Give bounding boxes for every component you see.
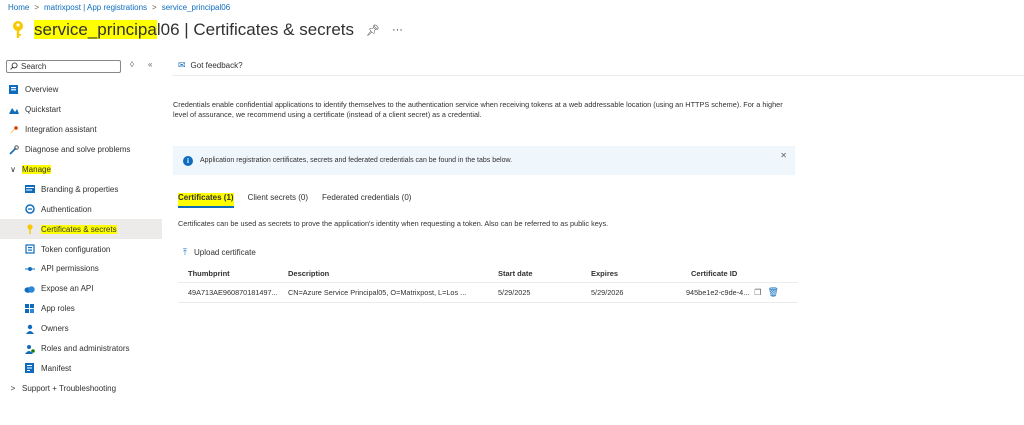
upload-icon: ⤒ (183, 247, 187, 257)
search-box[interactable] (6, 60, 121, 73)
column-header-expires: Expires (591, 269, 619, 278)
breadcrumb-separator: > (152, 3, 157, 12)
sidebar-group-manage[interactable]: ∨ Manage (0, 160, 162, 180)
sidebar-nav: Overview Quickstart Integration assistan… (0, 80, 162, 398)
key-icon (24, 224, 35, 235)
tab-list: Certificates (1) Client secrets (0) Fede… (178, 193, 411, 208)
column-header-description: Description (288, 269, 330, 278)
breadcrumb-app-registrations[interactable]: matrixpost | App registrations (44, 3, 147, 12)
column-header-start-date: Start date (498, 269, 533, 278)
owners-icon (24, 323, 35, 334)
sidebar-item-label: Expose an API (41, 284, 94, 294)
manifest-icon (24, 363, 35, 374)
sidebar: ◊ « Overview Quickstart Integration assi… (0, 56, 162, 425)
sidebar-item-app-roles[interactable]: App roles (0, 299, 162, 319)
sidebar-item-label: Overview (25, 85, 59, 95)
breadcrumb-home[interactable]: Home (8, 3, 29, 12)
key-icon (8, 20, 28, 40)
token-icon (24, 244, 35, 255)
breadcrumb-app[interactable]: service_principal06 (162, 3, 230, 12)
upload-certificate-button[interactable]: ⤒ Upload certificate (183, 247, 256, 258)
sidebar-item-label: Roles and administrators (41, 344, 130, 354)
branding-icon (24, 184, 35, 195)
sidebar-item-owners[interactable]: Owners (0, 319, 162, 339)
sidebar-item-label: Certificates & secrets (41, 224, 117, 234)
sidebar-item-diagnose[interactable]: Diagnose and solve problems (0, 140, 162, 160)
app-roles-icon (24, 303, 35, 314)
wrench-icon (8, 144, 19, 155)
sidebar-item-roles-admins[interactable]: Roles and administrators (0, 339, 162, 359)
sidebar-group-support[interactable]: > Support + Troubleshooting (0, 378, 162, 398)
sidebar-item-label: Branding & properties (41, 184, 119, 194)
tab-client-secrets[interactable]: Client secrets (0) (248, 193, 308, 208)
info-banner: i Application registration certificates,… (173, 146, 795, 175)
certificate-id-value: 945be1e2-c9de-4... (686, 288, 750, 297)
breadcrumb: Home > matrixpost | App registrations > … (8, 3, 230, 12)
feedback-icon: ✉︎ (178, 60, 186, 70)
authentication-icon (24, 204, 35, 215)
sidebar-item-label: Integration assistant (25, 125, 97, 135)
sidebar-item-label: App roles (41, 304, 75, 314)
cell-thumbprint: 49A713AE960870181497... (188, 288, 278, 297)
search-input[interactable] (21, 62, 116, 71)
sidebar-item-label: Token configuration (41, 244, 111, 254)
more-icon[interactable]: ··· (392, 24, 403, 36)
cloud-icon (24, 283, 35, 294)
command-bar: ✉︎ Got feedback? (172, 56, 1024, 76)
sidebar-item-label: Support + Troubleshooting (22, 383, 117, 393)
sidebar-item-expose-api[interactable]: Expose an API (0, 279, 162, 299)
page-title: service_principal06 | Certificates & sec… (34, 20, 354, 39)
cell-expires: 5/29/2026 (591, 288, 624, 297)
cell-certificate-id: 945be1e2-c9de-4... ❐ 🗑︎ (686, 287, 798, 298)
tab-description: Certificates can be used as secrets to p… (178, 219, 609, 228)
sidebar-item-label: Owners (41, 324, 69, 334)
rocket-icon (8, 124, 19, 135)
page-header: service_principal06 | Certificates & sec… (8, 16, 403, 44)
sidebar-item-integration-assistant[interactable]: Integration assistant (0, 120, 162, 140)
sidebar-item-label: Manifest (41, 363, 72, 373)
sidebar-item-authentication[interactable]: Authentication (0, 199, 162, 219)
sidebar-item-label: API permissions (41, 264, 99, 274)
breadcrumb-separator: > (34, 3, 40, 12)
api-permissions-icon (24, 263, 35, 274)
sidebar-item-manifest[interactable]: Manifest (0, 358, 162, 378)
sidebar-item-overview[interactable]: Overview (0, 80, 162, 100)
tab-certificates[interactable]: Certificates (1) (178, 193, 234, 208)
sidebar-item-branding[interactable]: Branding & properties (0, 179, 162, 199)
copy-icon[interactable]: ❐ (754, 288, 761, 297)
chevron-right-icon: > (10, 383, 16, 393)
delete-icon[interactable]: 🗑︎ (767, 287, 778, 298)
sidebar-item-label: Authentication (41, 204, 92, 214)
table-row: 49A713AE960870181497... CN=Azure Service… (178, 283, 798, 303)
close-icon[interactable]: ✕ (780, 151, 787, 160)
feedback-button[interactable]: Got feedback? (191, 61, 243, 70)
collapse-icon[interactable]: « (148, 60, 152, 69)
quickstart-icon (8, 104, 19, 115)
certificates-table: Thumbprint Description Start date Expire… (178, 265, 798, 303)
chevron-down-icon: ∨ (10, 165, 16, 174)
cell-description: CN=Azure Service Principal05, O=Matrixpo… (288, 288, 467, 297)
pin-icon[interactable]: 📌︎ (366, 24, 380, 37)
sidebar-item-certificates-secrets[interactable]: Certificates & secrets (0, 219, 162, 240)
page-description: Credentials enable confidential applicat… (173, 100, 783, 119)
overview-icon (8, 84, 19, 95)
info-icon: i (183, 155, 193, 166)
roles-icon (24, 343, 35, 354)
cell-start-date: 5/29/2025 (498, 288, 531, 297)
table-header: Thumbprint Description Start date Expire… (178, 265, 798, 283)
tab-federated-credentials[interactable]: Federated credentials (0) (322, 193, 411, 208)
sidebar-item-token-configuration[interactable]: Token configuration (0, 239, 162, 259)
sidebar-item-label: Manage (22, 165, 51, 174)
upload-label: Upload certificate (193, 248, 256, 257)
sidebar-item-api-permissions[interactable]: API permissions (0, 259, 162, 279)
sidebar-item-label: Quickstart (25, 105, 62, 115)
sidebar-item-label: Diagnose and solve problems (25, 145, 131, 155)
info-text: Application registration certificates, s… (200, 157, 513, 164)
column-header-certificate-id: Certificate ID (691, 269, 738, 278)
column-header-thumbprint: Thumbprint (188, 269, 230, 278)
search-icon (10, 61, 18, 72)
sidebar-item-quickstart[interactable]: Quickstart (0, 100, 162, 120)
reorder-icon[interactable]: ◊ (130, 60, 134, 69)
